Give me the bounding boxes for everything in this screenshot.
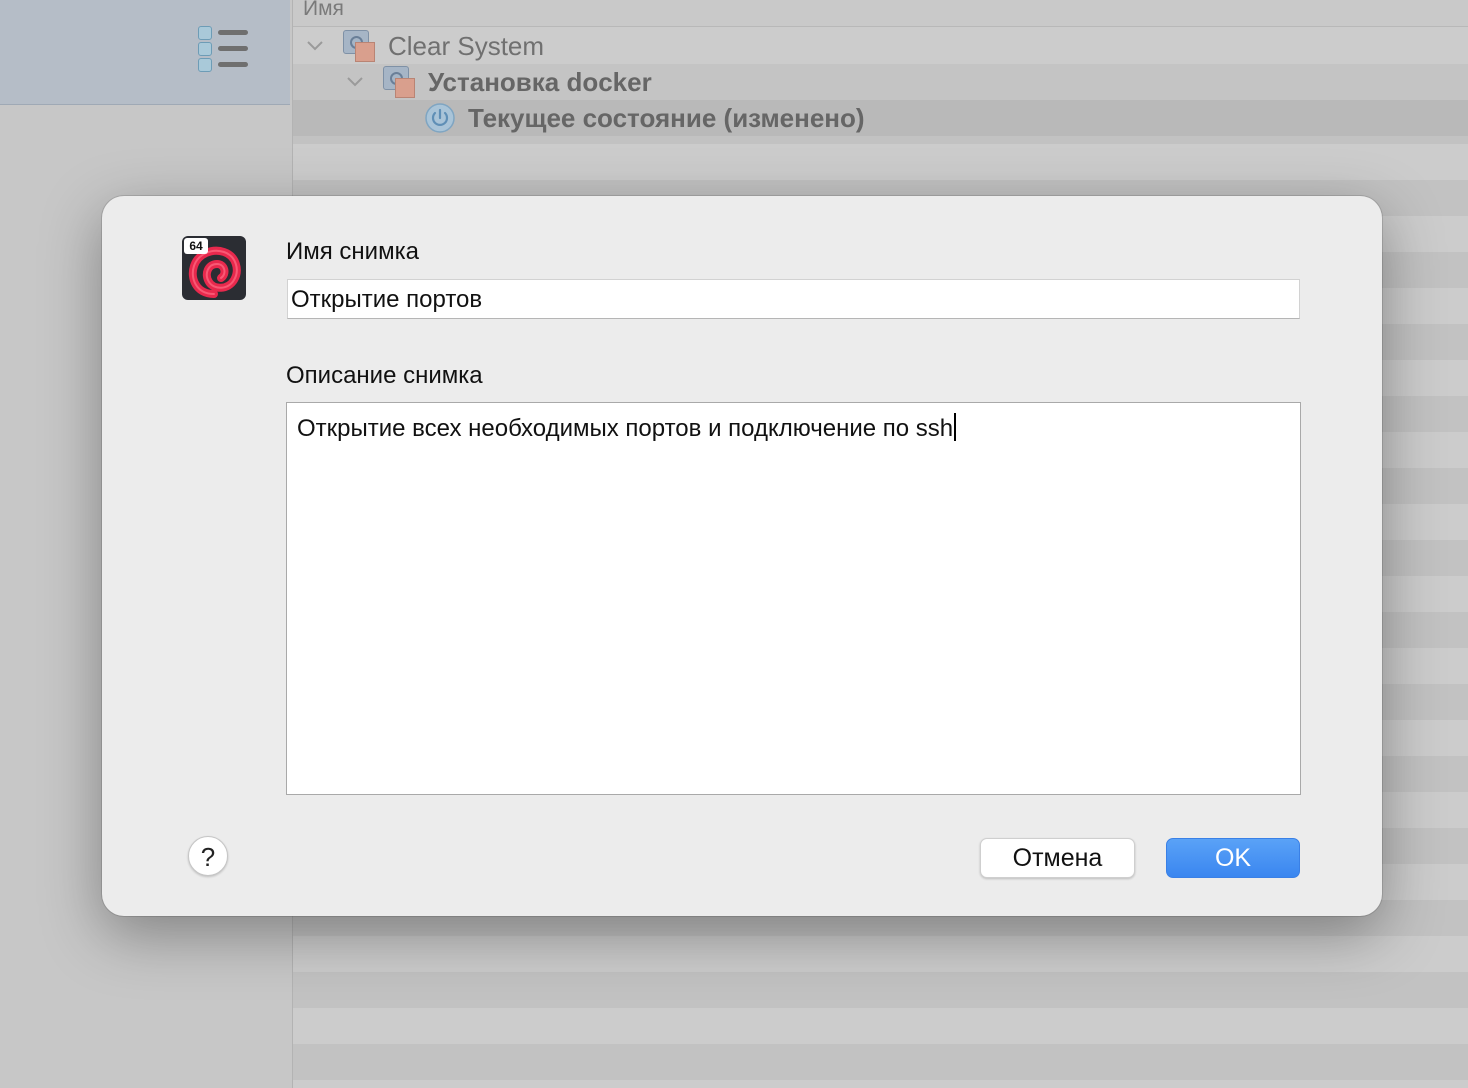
app-icon: 64 [182, 236, 246, 300]
take-snapshot-dialog: 64 Имя снимка Открытие портов Описание с… [102, 196, 1382, 916]
chevron-down-icon[interactable] [305, 35, 325, 55]
column-header-name[interactable]: Имя [293, 0, 1468, 27]
column-header-label: Имя [303, 0, 344, 20]
snapshot-label: Clear System [388, 31, 545, 61]
help-button[interactable]: ? [188, 836, 228, 876]
power-icon [425, 103, 455, 133]
snapshot-icon [343, 30, 377, 62]
snapshot-label: Текущее состояние (изменено) [468, 103, 865, 133]
arch-badge: 64 [184, 238, 208, 254]
sidebar-tools-item[interactable] [0, 0, 290, 105]
snapshot-row-clear-system[interactable]: Clear System [293, 28, 1468, 64]
snapshot-row-current-state[interactable]: Текущее состояние (изменено) [293, 100, 1468, 136]
snapshot-description-field[interactable]: Открытие всех необходимых портов и подкл… [286, 402, 1301, 795]
chevron-down-icon[interactable] [345, 71, 365, 91]
ok-button[interactable]: OK [1166, 838, 1300, 878]
description-text: Открытие всех необходимых портов и подкл… [297, 415, 954, 442]
snapshot-row-docker[interactable]: Установка docker [293, 64, 1468, 100]
snapshot-description-label: Описание снимка [286, 362, 483, 389]
list-details-icon [198, 26, 250, 74]
snapshot-icon [383, 66, 417, 98]
snapshot-label: Установка docker [428, 67, 652, 97]
snapshot-name-field[interactable]: Открытие портов [287, 279, 1300, 319]
snapshot-name-label: Имя снимка [286, 238, 419, 265]
text-caret [954, 413, 957, 441]
cancel-button[interactable]: Отмена [980, 838, 1135, 878]
